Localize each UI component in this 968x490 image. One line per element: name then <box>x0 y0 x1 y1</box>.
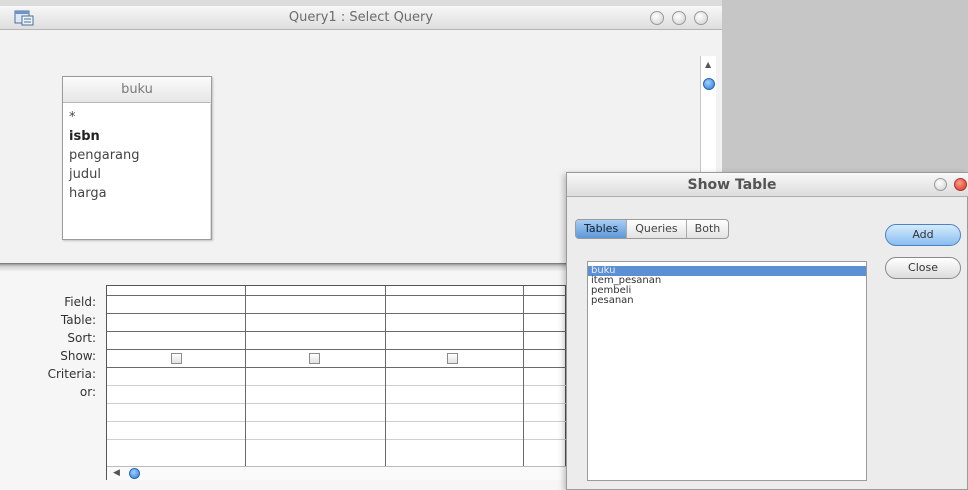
zoom-button[interactable] <box>672 11 686 25</box>
table-name[interactable]: buku <box>63 77 211 103</box>
query-design-grid[interactable]: ◀ <box>106 285 567 480</box>
grid-column-divider <box>245 286 246 466</box>
grid-line <box>107 313 567 314</box>
table-list[interactable]: buku item_pesanan pembeli pesanan <box>587 261 867 481</box>
query-window-titlebar[interactable]: Query1 : Select Query <box>0 6 722 30</box>
grid-column-divider <box>523 286 524 466</box>
show-table-dialog: Show Table Tables Queries Both buku item… <box>566 172 968 490</box>
field-item-isbn[interactable]: isbn <box>69 127 211 146</box>
dialog-zoom-button[interactable] <box>934 178 947 191</box>
close-button[interactable] <box>694 11 708 25</box>
screen: Query1 : Select Query buku * isbn pengar… <box>0 0 968 490</box>
field-item-all[interactable]: * <box>69 108 211 127</box>
row-label-field: Field: <box>64 295 96 309</box>
show-table-title: Show Table <box>687 177 777 193</box>
row-label-or: or: <box>79 385 96 399</box>
field-list: * isbn pengarang judul harga <box>63 103 211 203</box>
row-label-table: Table: <box>60 313 96 327</box>
grid-scroll-thumb[interactable] <box>129 468 140 479</box>
grid-line <box>107 367 567 368</box>
query-window-title: Query1 : Select Query <box>288 10 434 25</box>
show-checkbox-col3[interactable] <box>447 353 458 364</box>
grid-scroll-left-arrow-icon[interactable]: ◀ <box>113 468 120 478</box>
show-table-tabs: Tables Queries Both <box>575 219 730 239</box>
tab-tables[interactable]: Tables <box>576 220 628 238</box>
vertical-scroll-thumb[interactable] <box>703 78 715 90</box>
field-item-pengarang[interactable]: pengarang <box>69 146 211 165</box>
table-field-list[interactable]: buku * isbn pengarang judul harga <box>62 76 212 240</box>
design-grid-horizontal-scrollbar[interactable]: ◀ <box>107 466 567 480</box>
show-table-titlebar[interactable]: Show Table <box>567 173 968 197</box>
grid-line <box>107 331 567 332</box>
tab-both[interactable]: Both <box>687 220 729 238</box>
tab-queries[interactable]: Queries <box>627 220 687 238</box>
field-item-judul[interactable]: judul <box>69 165 211 184</box>
field-item-harga[interactable]: harga <box>69 184 211 203</box>
grid-line <box>107 295 567 296</box>
row-label-criteria: Criteria: <box>47 367 96 381</box>
grid-line <box>107 349 567 350</box>
minimize-button[interactable] <box>650 11 664 25</box>
show-checkbox-col2[interactable] <box>309 353 320 364</box>
scroll-up-arrow-icon[interactable]: ▲ <box>705 60 711 69</box>
grid-line <box>107 403 567 404</box>
row-label-sort: Sort: <box>67 331 96 345</box>
desktop-background <box>722 0 968 200</box>
grid-line <box>107 385 567 386</box>
grid-line <box>107 421 567 422</box>
show-checkbox-col1[interactable] <box>171 353 182 364</box>
grid-line <box>107 439 567 440</box>
field-list-scrollbar[interactable] <box>210 104 211 239</box>
row-label-show: Show: <box>60 349 96 363</box>
close-dialog-button[interactable]: Close <box>885 257 961 279</box>
grid-column-divider <box>385 286 386 466</box>
table-list-item-pesanan[interactable]: pesanan <box>588 296 866 306</box>
add-button[interactable]: Add <box>885 224 961 246</box>
dialog-close-button[interactable] <box>954 178 967 191</box>
